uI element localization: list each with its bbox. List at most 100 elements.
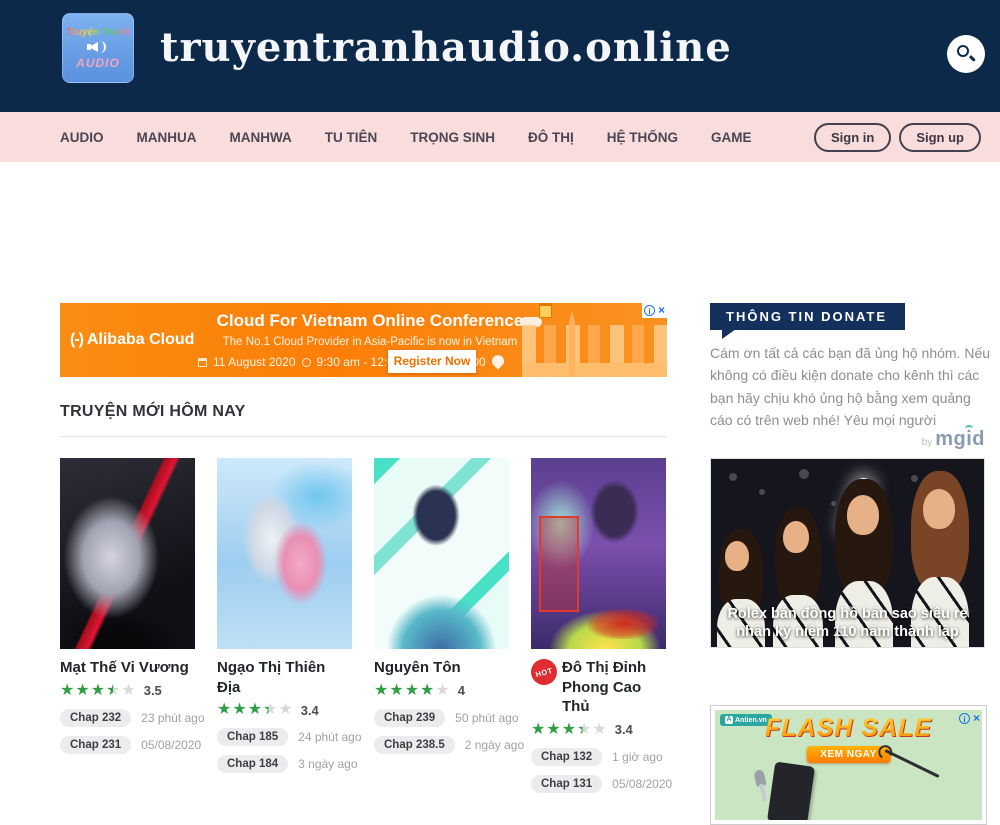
star-icon: ★: [546, 721, 560, 738]
chapter-time: 2 ngày ago: [465, 738, 524, 752]
comic-card: Ngạo Thị Thiên Địa ★★★★★ 3.4 Chap 185 24…: [217, 458, 352, 793]
nav-item-manhua[interactable]: MANHUA: [137, 130, 197, 145]
star-rating: ★★★★★: [374, 682, 451, 700]
banner-ad-subtitle: The No.1 Cloud Provider in Asia-Pacific …: [190, 336, 550, 348]
star-icon: ★: [232, 701, 246, 718]
sign-in-button[interactable]: Sign in: [814, 123, 891, 152]
phone-product: [767, 762, 815, 820]
star-icon: ★: [60, 682, 74, 699]
logo-text: Truyện Tranh: [66, 27, 130, 38]
chapter-time: 24 phút ago: [298, 730, 361, 744]
header: Truyện Tranh AUDIO truyentranhaudio.onli…: [0, 0, 1000, 112]
star-icon: ★: [91, 682, 105, 699]
map-pin-icon: [490, 353, 507, 370]
rating-row: ★★★★★ 3.4: [217, 701, 352, 719]
nav-item-he-thong[interactable]: HỆ THỐNG: [607, 130, 678, 145]
comic-card-grid: Mạt Thế Vi Vương ★★★★★ 3.5 Chap 232 23 p…: [60, 458, 667, 793]
auth-buttons: Sign in Sign up: [814, 112, 981, 162]
rating-row: ★★★★★ 4: [374, 682, 509, 700]
mgid-by-label: by: [922, 437, 933, 448]
native-ad[interactable]: Rolex bán đồng hồ bản sao siêu rẻ nhân k…: [710, 458, 985, 648]
star-icon: ★: [248, 701, 262, 718]
nav-bar: AUDIO MANHUA MANHWA TU TIÊN TRỌNG SINH Đ…: [0, 112, 1000, 162]
comic-title-link[interactable]: Đô Thị Đỉnh Phong Cao Thủ: [562, 658, 666, 717]
selfie-stick-product: [884, 749, 939, 778]
alibaba-cloud-logo: (-) Alibaba Cloud: [70, 331, 194, 349]
ad-choices-corner: i ×: [959, 712, 980, 725]
chapter-chip[interactable]: Chap 184: [217, 755, 288, 773]
rating-value: 3.4: [615, 722, 633, 737]
star-rating: ★★★★★: [60, 682, 137, 700]
rating-row: ★★★★★ 3.4: [531, 721, 666, 739]
star-icon: ★: [435, 682, 449, 699]
nav-item-game[interactable]: GAME: [711, 130, 752, 145]
star-icon: ★: [217, 701, 231, 718]
ad-info-icon[interactable]: i: [959, 713, 970, 724]
mgid-attribution[interactable]: bymgid: [710, 428, 985, 451]
clock-icon: [302, 358, 311, 367]
chapter-time: 1 giờ ago: [612, 750, 663, 764]
flash-sale-ad[interactable]: A Antien.vn FLASH SALE XEM NGAY i ×: [710, 705, 987, 825]
sign-up-button[interactable]: Sign up: [899, 123, 981, 152]
rating-value: 3.5: [144, 683, 162, 698]
chapter-chip[interactable]: Chap 231: [60, 736, 131, 754]
rating-value: 3.4: [301, 703, 319, 718]
section-divider: [60, 436, 667, 437]
star-icon: ★: [278, 701, 292, 718]
ad-close-icon[interactable]: ×: [973, 712, 980, 725]
speaker-icon: [87, 40, 109, 54]
star-rating: ★★★★★: [217, 701, 294, 719]
donate-heading: THÔNG TIN DONATE: [710, 303, 905, 330]
star-icon: ★: [562, 721, 576, 738]
chapter-chip[interactable]: Chap 131: [531, 775, 602, 793]
buildings-illustration: [522, 325, 667, 377]
chapter-chip[interactable]: Chap 232: [60, 709, 131, 727]
nav-item-tu-tien[interactable]: TU TIÊN: [325, 130, 378, 145]
comic-card: Mạt Thế Vi Vương ★★★★★ 3.5 Chap 232 23 p…: [60, 458, 195, 793]
site-title[interactable]: truyentranhaudio.online: [160, 24, 732, 71]
star-icon: ★: [263, 701, 277, 718]
logo-audio-text: AUDIO: [76, 56, 120, 70]
search-icon: [957, 45, 969, 57]
banner-ad-title: Cloud For Vietnam Online Conference: [190, 311, 550, 331]
star-icon: ★: [389, 682, 403, 699]
page: Truyện Tranh AUDIO truyentranhaudio.onli…: [0, 0, 1000, 766]
chapter-chip[interactable]: Chap 238.5: [374, 736, 455, 754]
flash-sale-title: FLASH SALE: [715, 714, 982, 743]
chapter-time: 05/08/2020: [141, 738, 201, 752]
star-icon: ★: [577, 721, 591, 738]
comic-card: Nguyên Tôn ★★★★★ 4 Chap 239 50 phút ago …: [374, 458, 509, 793]
nav-item-do-thi[interactable]: ĐÔ THỊ: [528, 130, 574, 145]
comic-cover-image[interactable]: [531, 458, 666, 649]
star-icon: ★: [592, 721, 606, 738]
ad-close-icon[interactable]: ×: [658, 304, 665, 317]
chapter-time: 50 phút ago: [455, 711, 518, 725]
ad-choices-corner: i ×: [642, 303, 667, 318]
search-button[interactable]: [947, 35, 985, 73]
register-now-button[interactable]: Register Now: [388, 350, 476, 373]
comic-cover-image[interactable]: [217, 458, 352, 649]
donate-text: Cám ơn tất cả các bạn đã ủng hộ nhóm. Nế…: [710, 342, 990, 432]
banner-ad[interactable]: (-) Alibaba Cloud Cloud For Vietnam Onli…: [60, 303, 667, 377]
ad-info-icon[interactable]: i: [644, 305, 655, 316]
nav-item-trong-sinh[interactable]: TRỌNG SINH: [410, 130, 495, 145]
calendar-icon: [198, 358, 207, 367]
star-icon: ★: [106, 682, 120, 699]
chapter-time: 05/08/2020: [612, 777, 672, 791]
star-icon: ★: [374, 682, 388, 699]
section-title: TRUYỆN MỚI HÔM NAY: [60, 403, 246, 421]
chapter-chip[interactable]: Chap 132: [531, 748, 602, 766]
chapter-chip[interactable]: Chap 185: [217, 728, 288, 746]
comic-title-link[interactable]: Nguyên Tôn: [374, 658, 461, 678]
comic-title-link[interactable]: Ngạo Thị Thiên Địa: [217, 658, 352, 697]
site-logo[interactable]: Truyện Tranh AUDIO: [62, 13, 134, 83]
comic-cover-image[interactable]: [374, 458, 509, 649]
nav-item-manhwa[interactable]: MANHWA: [230, 130, 292, 145]
comic-card: HOT Đô Thị Đỉnh Phong Cao Thủ ★★★★★ 3.4 …: [531, 458, 666, 793]
chapter-chip[interactable]: Chap 239: [374, 709, 445, 727]
hot-badge: HOT: [528, 656, 560, 688]
comic-cover-image[interactable]: [60, 458, 195, 649]
comic-title-link[interactable]: Mạt Thế Vi Vương: [60, 658, 189, 678]
rating-row: ★★★★★ 3.5: [60, 682, 195, 700]
nav-item-audio[interactable]: AUDIO: [60, 130, 104, 145]
